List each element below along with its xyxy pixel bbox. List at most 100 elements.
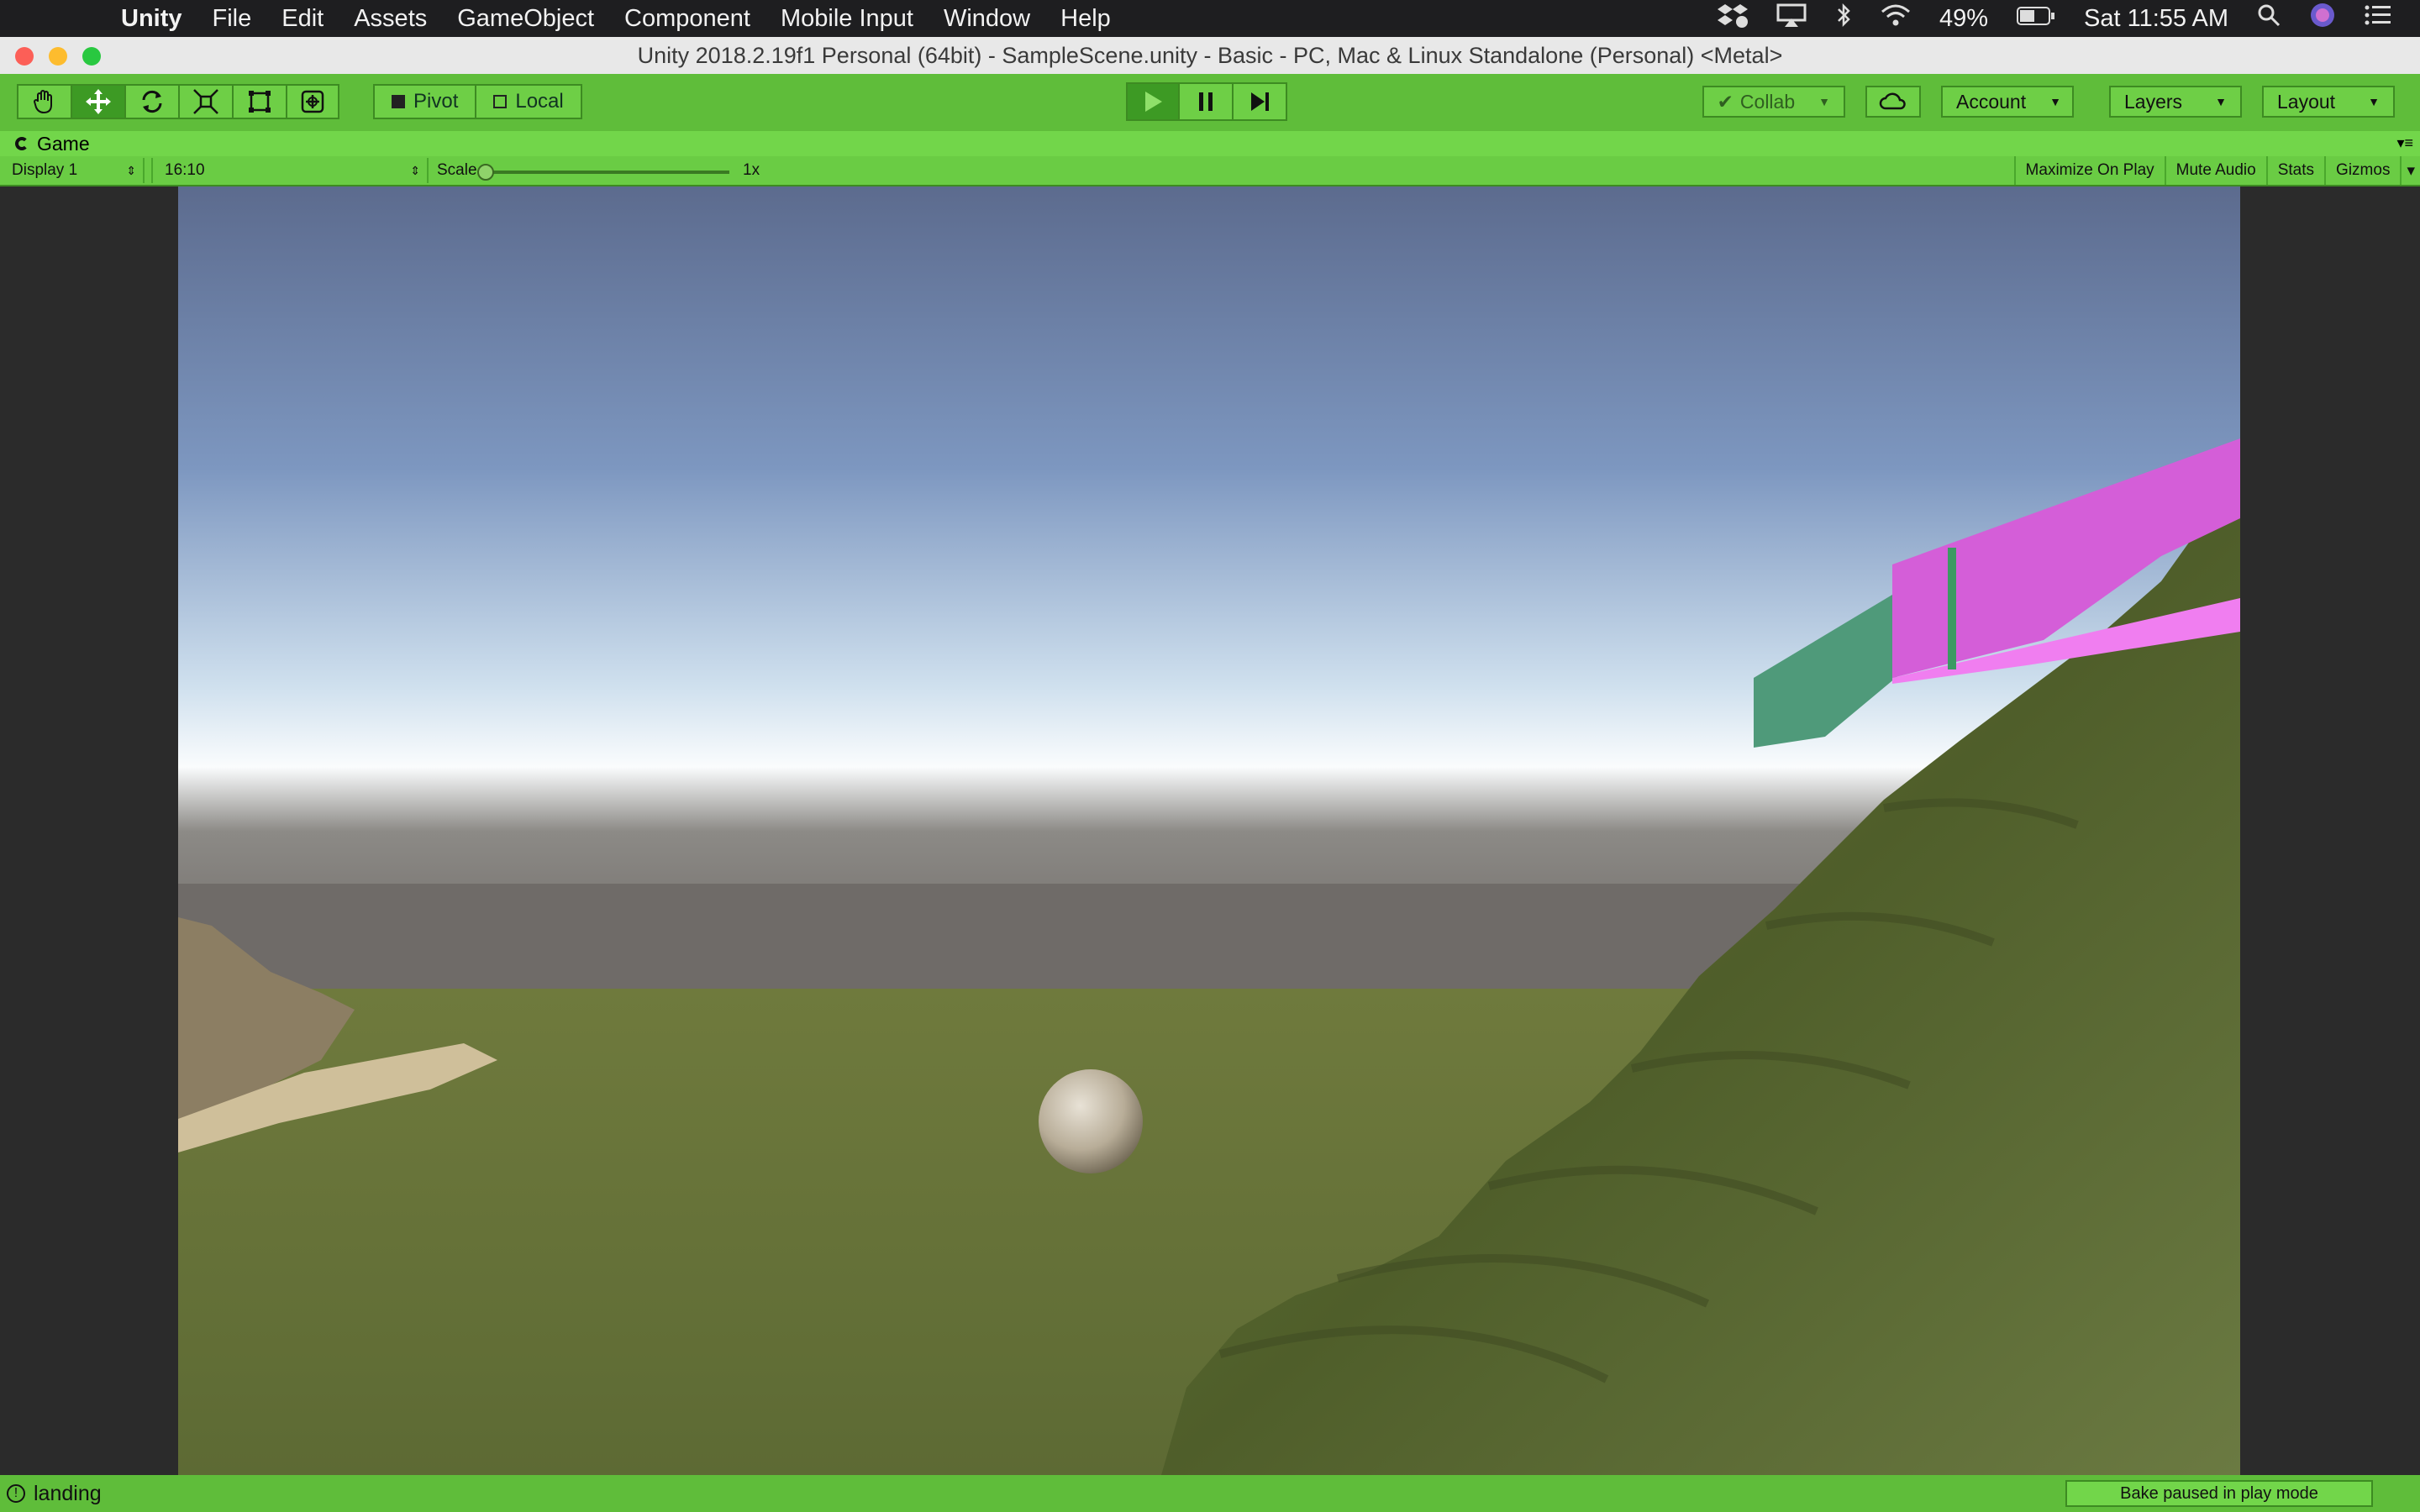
spotlight-search-icon[interactable] xyxy=(2257,3,2281,34)
airplay-icon[interactable] xyxy=(1776,3,1807,34)
game-tab-bar: Game ▾≡ xyxy=(0,131,2420,156)
account-dropdown[interactable]: Account ▼ xyxy=(1941,86,2074,118)
scale-slider-track[interactable] xyxy=(486,171,729,174)
pivot-label: Pivot xyxy=(413,90,459,113)
collab-dropdown[interactable]: ✔ Collab ▼ xyxy=(1702,86,1845,118)
local-label: Local xyxy=(515,90,564,113)
macos-menubar: Unity File Edit Assets GameObject Compon… xyxy=(0,0,2420,37)
window-title: Unity 2018.2.19f1 Personal (64bit) - Sam… xyxy=(637,42,1783,68)
close-window-button[interactable] xyxy=(15,47,34,66)
menu-assets[interactable]: Assets xyxy=(354,5,427,33)
step-button[interactable] xyxy=(1234,82,1287,121)
gizmos-dropdown-icon[interactable]: ▾ xyxy=(2400,156,2420,185)
chevron-down-icon: ▼ xyxy=(2049,95,2061,108)
battery-percent: 49% xyxy=(1939,4,1989,32)
stats-toggle[interactable]: Stats xyxy=(2265,156,2324,185)
menu-mobile-input[interactable]: Mobile Input xyxy=(781,5,913,33)
game-viewport[interactable] xyxy=(178,186,2240,1475)
checkmark-icon: ✔ xyxy=(1717,90,1733,113)
platform-divider xyxy=(1948,548,1956,669)
local-toggle[interactable]: Local xyxy=(476,84,582,119)
window-controls xyxy=(15,47,116,66)
layers-dropdown[interactable]: Layers ▼ xyxy=(2109,86,2242,118)
updown-arrows-icon: ⇕ xyxy=(126,163,136,177)
chevron-down-icon: ▼ xyxy=(2215,95,2227,108)
hand-icon xyxy=(33,90,52,114)
menu-gameobject[interactable]: GameObject xyxy=(457,5,594,33)
maximize-on-play-toggle[interactable]: Maximize On Play xyxy=(2013,156,2165,185)
transform-tools xyxy=(17,84,339,119)
scale-icon xyxy=(193,89,218,114)
rect-tool-button[interactable] xyxy=(232,84,286,119)
display-select[interactable]: Display 1 ⇕ xyxy=(0,158,145,183)
scale-label: Scale xyxy=(437,161,477,179)
tab-game-label: Game xyxy=(37,132,90,155)
menu-edit[interactable]: Edit xyxy=(281,5,324,33)
info-icon: ! xyxy=(7,1484,25,1503)
player-ball[interactable] xyxy=(1039,1069,1143,1173)
move-tool-button[interactable] xyxy=(71,84,124,119)
game-view-toggles: Maximize On Play Mute Audio Stats Gizmos… xyxy=(2013,156,2420,185)
aspect-select[interactable]: 16:10 ⇕ xyxy=(151,158,429,183)
pause-button[interactable] xyxy=(1180,82,1234,121)
clock[interactable]: Sat 11:55 AM xyxy=(2084,5,2228,33)
play-icon xyxy=(1145,92,1162,112)
menu-component[interactable]: Component xyxy=(624,5,750,33)
step-forward-icon xyxy=(1251,92,1269,111)
wifi-icon[interactable] xyxy=(1881,3,1911,34)
window-titlebar: Unity 2018.2.19f1 Personal (64bit) - Sam… xyxy=(0,37,2420,75)
siri-icon[interactable] xyxy=(2309,2,2336,35)
rotate-icon xyxy=(142,90,162,113)
aspect-select-value: 16:10 xyxy=(165,161,205,179)
bluetooth-icon[interactable] xyxy=(1835,3,1852,34)
battery-icon[interactable] xyxy=(2017,5,2055,33)
cloud-button[interactable] xyxy=(1865,86,1921,118)
zoom-window-button[interactable] xyxy=(82,47,101,66)
cube-icon xyxy=(493,95,508,108)
status-message[interactable]: landing xyxy=(34,1482,102,1506)
scale-slider-handle[interactable] xyxy=(477,164,494,181)
pivot-controls: Pivot Local xyxy=(373,84,582,119)
unity-toolbar: Pivot Local ✔ Collab ▼ Account ▼ Layers … xyxy=(0,74,2420,131)
toolbar-right: ✔ Collab ▼ Account ▼ Layers ▼ Layout ▼ xyxy=(1682,86,2395,118)
tab-menu-icon[interactable]: ▾≡ xyxy=(2396,134,2413,152)
game-scene xyxy=(178,186,2240,1475)
game-controller-icon xyxy=(15,137,29,150)
status-bar: ! landing Bake paused in play mode xyxy=(0,1475,2420,1512)
move-arrows-icon xyxy=(86,89,111,114)
pause-icon xyxy=(1199,92,1213,111)
scale-value: 1x xyxy=(743,161,760,179)
chevron-down-icon: ▼ xyxy=(2368,95,2380,108)
bake-status[interactable]: Bake paused in play mode xyxy=(2065,1480,2373,1507)
hand-tool-button[interactable] xyxy=(17,84,71,119)
transform-combined-icon xyxy=(301,90,324,113)
menu-help[interactable]: Help xyxy=(1060,5,1111,33)
notification-center-icon[interactable] xyxy=(2365,4,2391,33)
collab-label: Collab xyxy=(1739,90,1796,113)
menu-app-unity[interactable]: Unity xyxy=(121,5,182,33)
mute-audio-toggle[interactable]: Mute Audio xyxy=(2164,156,2266,185)
gizmos-toggle[interactable]: Gizmos xyxy=(2324,156,2400,185)
scale-tool-button[interactable] xyxy=(178,84,232,119)
minimize-window-button[interactable] xyxy=(49,47,67,66)
playback-controls xyxy=(1126,82,1287,121)
layout-dropdown[interactable]: Layout ▼ xyxy=(2262,86,2395,118)
cloud-icon xyxy=(1879,92,1906,110)
updown-arrows-icon: ⇕ xyxy=(410,163,420,177)
display-select-value: Display 1 xyxy=(12,161,78,179)
rect-transform-icon xyxy=(249,91,271,113)
layers-label: Layers xyxy=(2124,90,2183,113)
layout-label: Layout xyxy=(2277,90,2336,113)
game-view-controls: Display 1 ⇕ 16:10 ⇕ Scale 1x Maximize On… xyxy=(0,156,2420,186)
pivot-icon xyxy=(392,95,405,108)
dropbox-icon[interactable] xyxy=(1717,3,1748,34)
menu-file[interactable]: File xyxy=(213,5,252,33)
pivot-toggle[interactable]: Pivot xyxy=(373,84,477,119)
chevron-down-icon: ▼ xyxy=(1818,95,1830,108)
transform-tool-button[interactable] xyxy=(286,84,339,119)
account-label: Account xyxy=(1956,90,2027,113)
play-button[interactable] xyxy=(1126,82,1180,121)
tab-game[interactable]: Game xyxy=(15,133,90,155)
menu-window[interactable]: Window xyxy=(944,5,1030,33)
rotate-tool-button[interactable] xyxy=(124,84,178,119)
